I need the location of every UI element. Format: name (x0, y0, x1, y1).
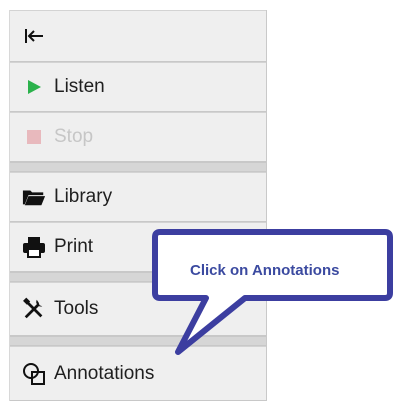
annotations-button[interactable]: Annotations (10, 346, 266, 401)
tools-label: Tools (54, 298, 99, 319)
tools-icon (22, 297, 46, 321)
stop-label: Stop (54, 126, 94, 147)
screenshot-stage: Listen Stop Library Print Tools Annotati… (0, 0, 395, 401)
stop-icon (22, 125, 46, 149)
annotations-label: Annotations (54, 362, 155, 384)
printer-icon (22, 235, 46, 259)
callout-text: Click on Annotations (190, 262, 340, 279)
listen-button[interactable]: Listen (10, 62, 266, 112)
collapse-left-icon (22, 24, 46, 48)
play-icon (22, 75, 46, 99)
library-button[interactable]: Library (10, 172, 266, 222)
folder-icon (22, 185, 46, 209)
toolbar-separator (10, 336, 266, 346)
annotations-icon (22, 362, 46, 386)
print-label: Print (54, 236, 94, 257)
tools-button[interactable]: Tools (10, 282, 266, 336)
toolbar-separator (10, 162, 266, 172)
stop-button[interactable]: Stop (10, 112, 266, 162)
toolbar-panel: Listen Stop Library Print Tools Annotati… (9, 10, 267, 401)
listen-label: Listen (54, 76, 105, 97)
collapse-toolbar-button[interactable] (10, 10, 266, 62)
library-label: Library (54, 186, 113, 207)
